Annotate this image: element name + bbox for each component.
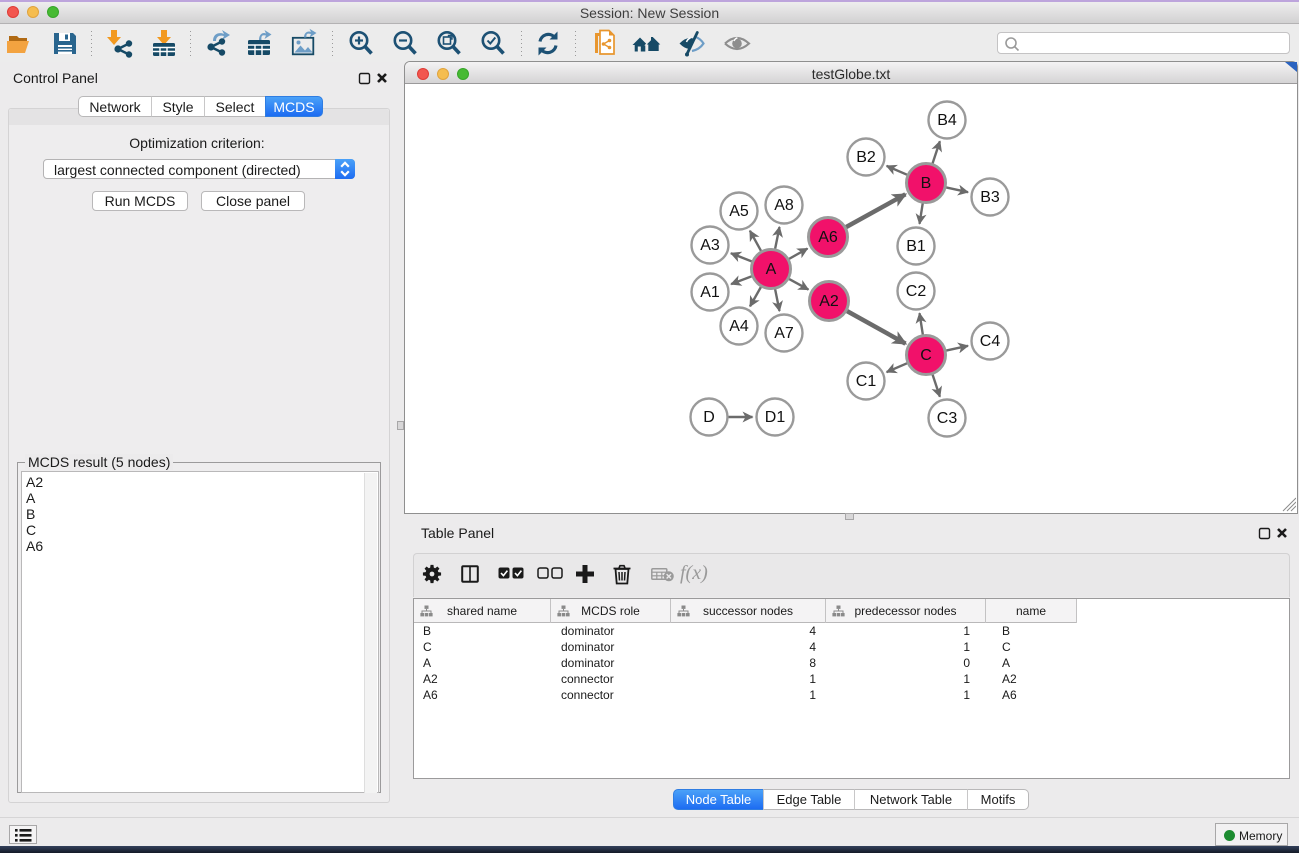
svg-text:A5: A5: [729, 203, 749, 220]
svg-text:B1: B1: [906, 238, 926, 255]
svg-text:A1: A1: [700, 284, 720, 301]
svg-text:A7: A7: [774, 325, 794, 342]
svg-text:A4: A4: [729, 318, 749, 335]
svg-text:A8: A8: [774, 197, 794, 214]
svg-text:C1: C1: [856, 373, 877, 390]
svg-text:B3: B3: [980, 189, 1000, 206]
svg-text:A3: A3: [700, 237, 720, 254]
svg-text:C: C: [920, 347, 932, 364]
svg-text:D: D: [703, 409, 715, 426]
svg-text:A: A: [766, 261, 777, 278]
svg-text:C2: C2: [906, 283, 927, 300]
svg-text:A2: A2: [819, 293, 839, 310]
svg-text:B2: B2: [856, 149, 876, 166]
svg-text:C3: C3: [937, 410, 958, 427]
svg-text:A6: A6: [818, 229, 838, 246]
svg-text:B: B: [921, 175, 932, 192]
svg-text:D1: D1: [765, 409, 786, 426]
svg-text:C4: C4: [980, 333, 1001, 350]
svg-text:B4: B4: [937, 112, 957, 129]
